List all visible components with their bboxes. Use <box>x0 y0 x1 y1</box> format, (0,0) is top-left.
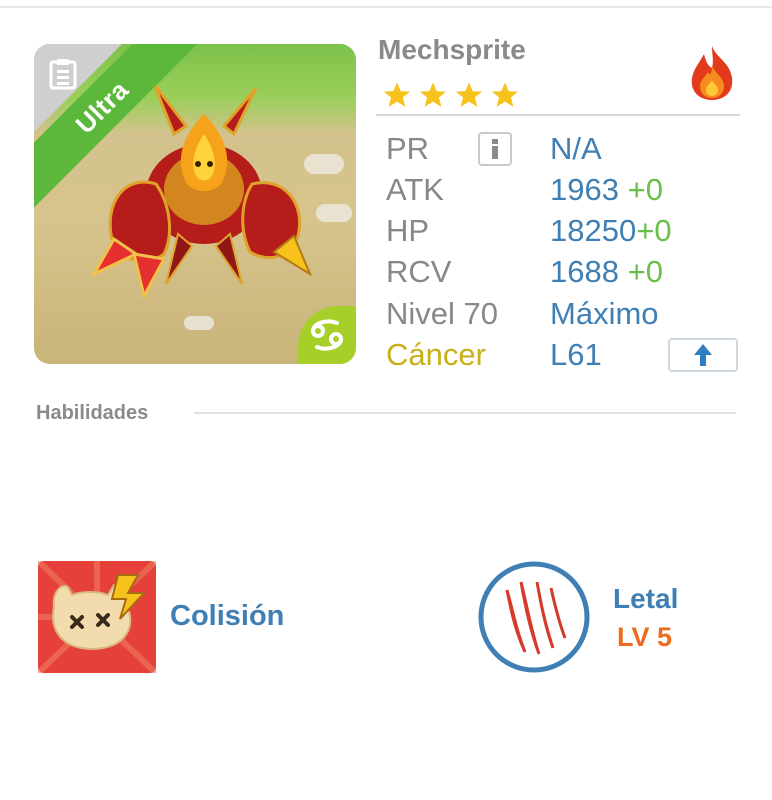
fire-element-icon <box>691 46 733 100</box>
cancer-zodiac-icon <box>298 306 356 364</box>
stat-value-hp: 18250+0 <box>550 213 672 249</box>
skill-name[interactable]: Colisión <box>170 600 284 633</box>
stat-label-rcv: RCV <box>386 254 452 289</box>
stat-value-pr: N/A <box>550 131 602 166</box>
stat-label-atk: ATK <box>386 172 444 207</box>
star-icon <box>455 82 483 107</box>
ability-name[interactable]: Letal <box>613 583 678 615</box>
name-underline <box>376 114 740 116</box>
atk-value: 1963 <box>550 172 619 207</box>
monster-name: Mechsprite <box>378 34 526 65</box>
hp-value: 18250 <box>550 213 637 248</box>
info-icon <box>492 139 498 159</box>
claw-ability-icon[interactable] <box>477 560 591 674</box>
star-icon <box>383 82 411 107</box>
stat-label-level: Nivel 70 <box>386 296 498 331</box>
stat-label-sign: Cáncer <box>386 337 486 372</box>
rcv-value: 1688 <box>550 254 619 289</box>
collision-skill-icon[interactable] <box>38 561 156 673</box>
arrow-up-icon <box>694 344 712 366</box>
star-rating <box>382 80 520 112</box>
stat-label-hp: HP <box>386 213 430 248</box>
info-button[interactable] <box>478 132 512 166</box>
star-icon <box>419 82 447 107</box>
rcv-bonus: +0 <box>627 254 663 289</box>
document-icon[interactable] <box>48 58 78 90</box>
star-icon <box>491 82 519 107</box>
hp-bonus: +0 <box>636 213 672 248</box>
stat-value-level: Máximo <box>550 296 659 331</box>
stat-value-rcv: 1688 +0 <box>550 254 663 290</box>
ability-level: LV 5 <box>617 622 673 652</box>
monster-portrait[interactable]: Ultra <box>34 44 356 364</box>
stat-label-pr: PR <box>386 131 430 166</box>
stat-value-sign-level: L61 <box>550 337 602 372</box>
upgrade-button[interactable] <box>668 338 738 372</box>
rock-decor <box>184 316 214 330</box>
section-divider <box>194 412 736 414</box>
section-title: Habilidades <box>36 402 149 424</box>
top-divider <box>0 6 772 8</box>
stat-value-atk: 1963 +0 <box>550 172 663 208</box>
atk-bonus: +0 <box>627 172 663 207</box>
